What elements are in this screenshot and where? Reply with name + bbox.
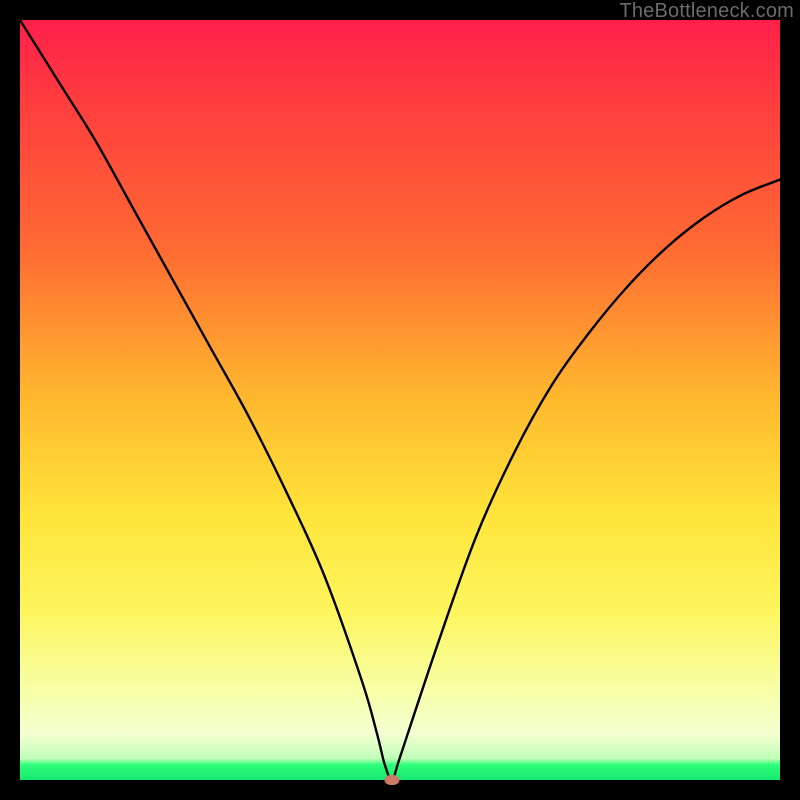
- optimum-marker: [385, 775, 400, 785]
- bottleneck-curve: [20, 20, 780, 780]
- plot-area: [20, 20, 780, 780]
- chart-frame: TheBottleneck.com: [0, 0, 800, 800]
